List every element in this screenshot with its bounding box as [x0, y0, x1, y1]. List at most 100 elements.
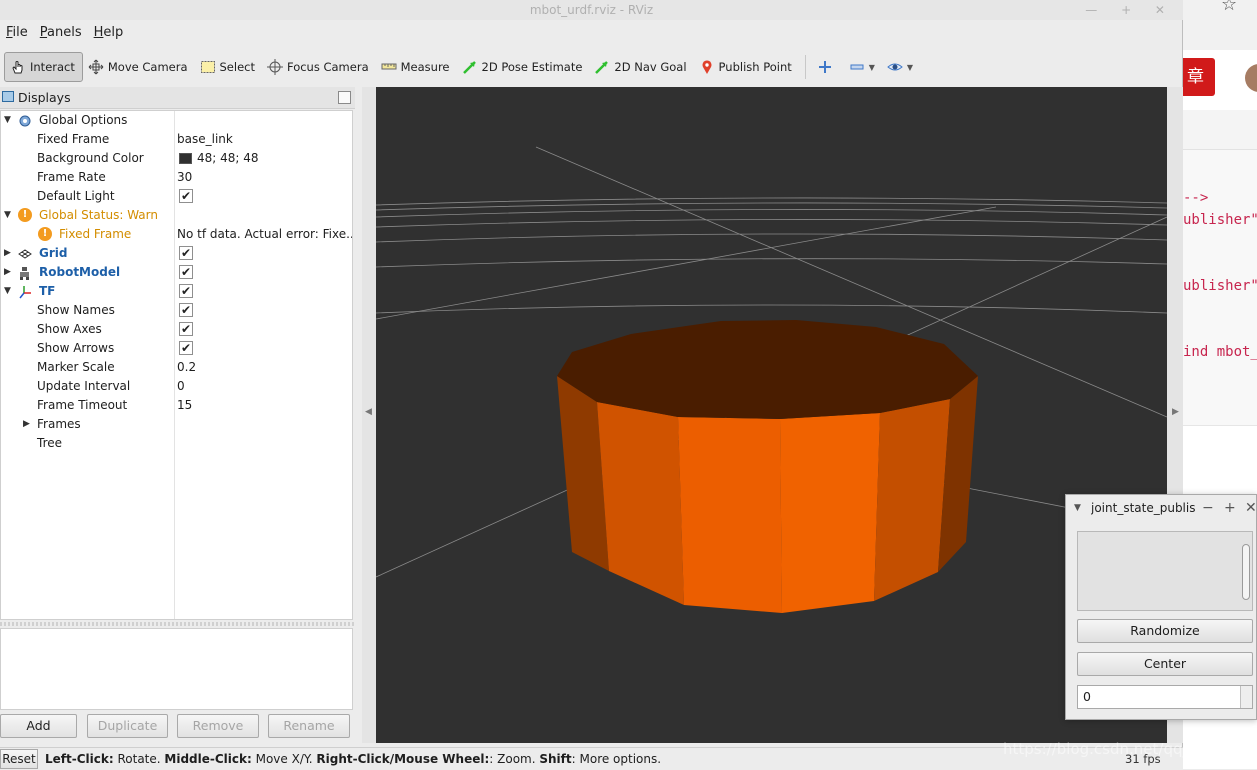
code-line: ind mbot_ — [1183, 344, 1257, 360]
jsp-title-bar[interactable]: ▼ joint_state_publis − + ✕ — [1066, 495, 1257, 521]
monitor-icon — [2, 91, 14, 102]
tree-label: Global Status: Warn — [39, 208, 158, 222]
show-names-checkbox[interactable] — [179, 301, 193, 320]
window-controls[interactable]: — + ✕ — [1085, 0, 1175, 20]
minimize-icon[interactable]: − — [1202, 495, 1214, 521]
menu-file[interactable]: File — [0, 22, 34, 44]
marker-scale-value[interactable]: 0.2 — [177, 358, 196, 377]
expand-arrow-icon[interactable]: ▼ — [4, 282, 14, 301]
grid-checkbox[interactable] — [179, 244, 193, 263]
tree-row-fixed-frame-status[interactable]: ! Fixed Frame No tf data. Actual error: … — [1, 225, 352, 244]
write-article-button[interactable]: 章 — [1183, 58, 1215, 96]
maximize-icon[interactable]: + — [1224, 495, 1236, 521]
rviz-window: mbot_urdf.rviz - RViz — + ✕ File Panels … — [0, 0, 1183, 769]
spinbox-value: 0 — [1083, 689, 1091, 704]
duplicate-button[interactable]: Duplicate — [87, 714, 168, 738]
tree-row-default-light[interactable]: Default Light — [1, 187, 352, 206]
scrollbar[interactable] — [1242, 544, 1250, 600]
tree-row-tree[interactable]: Tree — [1, 434, 352, 453]
tree-row-update-interval[interactable]: Update Interval 0 — [1, 377, 352, 396]
add-button[interactable]: Add — [0, 714, 77, 738]
frame-timeout-value[interactable]: 15 — [177, 396, 192, 415]
chevron-down-icon: ▼ — [906, 62, 914, 72]
pose-estimate-label: 2D Pose Estimate — [481, 60, 583, 74]
code-line: ublisher" — [1183, 278, 1257, 294]
spinbox-arrows[interactable] — [1240, 686, 1252, 708]
show-axes-checkbox[interactable] — [179, 320, 193, 339]
reset-button[interactable]: Reset — [0, 749, 38, 769]
tree-row-show-names[interactable]: Show Names — [1, 301, 352, 320]
tree-row-grid[interactable]: ▶ Grid — [1, 244, 352, 263]
collapse-left-icon[interactable]: ◀ — [365, 407, 372, 417]
frame-rate-value[interactable]: 30 — [177, 168, 192, 187]
randomize-button[interactable]: Randomize — [1077, 619, 1253, 643]
avatar[interactable] — [1245, 64, 1257, 92]
fixed-frame-value[interactable]: base_link — [177, 130, 233, 149]
measure-tool-button[interactable]: Measure — [376, 52, 457, 82]
left-dock-collapse-strip[interactable]: ◀ — [362, 87, 376, 743]
rename-button[interactable]: Rename — [268, 714, 350, 738]
nav-goal-tool-button[interactable]: 2D Nav Goal — [589, 52, 693, 82]
tree-row-tf[interactable]: ▼ TF — [1, 282, 352, 301]
collapse-arrow-icon[interactable]: ▶ — [4, 244, 14, 263]
tree-row-robot-model[interactable]: ▶ RobotModel — [1, 263, 352, 282]
help-key: Shift — [539, 752, 572, 766]
tf-checkbox[interactable] — [179, 282, 193, 301]
3d-render-view[interactable] — [376, 87, 1167, 743]
tree-row-global-status[interactable]: ▼ ! Global Status: Warn — [1, 206, 352, 225]
panel-splitter[interactable] — [0, 622, 355, 626]
close-icon[interactable]: ✕ — [1245, 495, 1257, 521]
default-light-checkbox[interactable] — [179, 187, 193, 206]
robot-model-checkbox[interactable] — [179, 263, 193, 282]
gear-icon — [18, 114, 32, 127]
show-arrows-checkbox[interactable] — [179, 339, 193, 358]
interact-tool-button[interactable]: Interact — [4, 52, 83, 82]
tree-row-background-color[interactable]: Background Color 48; 48; 48 — [1, 149, 352, 168]
tree-row-frame-timeout[interactable]: Frame Timeout 15 — [1, 396, 352, 415]
tree-row-frames[interactable]: ▶ Frames — [1, 415, 352, 434]
remove-tool-button[interactable]: ▼ — [844, 52, 882, 82]
joint-list[interactable] — [1077, 531, 1253, 611]
tree-label: Show Arrows — [37, 341, 115, 355]
tree-row-marker-scale[interactable]: Marker Scale 0.2 — [1, 358, 352, 377]
color-swatch[interactable] — [179, 153, 192, 164]
tree-row-global-options[interactable]: ▼ Global Options — [1, 111, 352, 130]
select-tool-button[interactable]: Select — [195, 52, 262, 82]
tree-label: Frames — [37, 417, 81, 431]
tree-label: Global Options — [39, 113, 128, 127]
expand-arrow-icon[interactable]: ▼ — [4, 111, 14, 130]
tree-row-frame-rate[interactable]: Frame Rate 30 — [1, 168, 352, 187]
undock-button[interactable] — [338, 91, 351, 104]
bookmark-star-icon[interactable]: ☆ — [1221, 0, 1237, 15]
add-tool-button[interactable] — [812, 52, 844, 82]
collapse-arrow-icon[interactable]: ▶ — [23, 415, 33, 434]
measure-label: Measure — [400, 60, 450, 74]
window-menu-icon[interactable]: ▼ — [1074, 495, 1081, 521]
expand-arrow-icon[interactable]: ▼ — [4, 206, 14, 225]
tree-label: Show Axes — [37, 322, 102, 336]
view-options-button[interactable]: ▼ — [882, 52, 920, 82]
eye-icon — [887, 59, 903, 75]
move-camera-tool-button[interactable]: Move Camera — [83, 52, 195, 82]
remove-button[interactable]: Remove — [177, 714, 259, 738]
menu-help[interactable]: Help — [88, 22, 130, 44]
tree-row-show-axes[interactable]: Show Axes — [1, 320, 352, 339]
background-color-value[interactable]: 48; 48; 48 — [197, 149, 259, 168]
plus-icon — [817, 59, 833, 75]
joint-value-spinbox[interactable]: 0 — [1077, 685, 1253, 709]
menu-panels[interactable]: Panels — [34, 22, 88, 44]
update-interval-value[interactable]: 0 — [177, 377, 185, 396]
tree-row-fixed-frame[interactable]: Fixed Frame base_link — [1, 130, 352, 149]
collapse-arrow-icon[interactable]: ▶ — [4, 263, 14, 282]
tree-row-show-arrows[interactable]: Show Arrows — [1, 339, 352, 358]
ruler-icon — [381, 59, 397, 75]
displays-panel: Displays ▼ Global Options Fixed Frame ba… — [0, 87, 355, 743]
title-bar: mbot_urdf.rviz - RViz — + ✕ — [0, 0, 1183, 20]
publish-point-label: Publish Point — [718, 60, 792, 74]
focus-camera-tool-button[interactable]: Focus Camera — [262, 52, 376, 82]
center-button[interactable]: Center — [1077, 652, 1253, 676]
pose-estimate-tool-button[interactable]: 2D Pose Estimate — [457, 52, 590, 82]
crosshair-icon — [266, 59, 283, 75]
collapse-right-icon[interactable]: ▶ — [1172, 407, 1179, 417]
publish-point-tool-button[interactable]: Publish Point — [694, 52, 799, 82]
